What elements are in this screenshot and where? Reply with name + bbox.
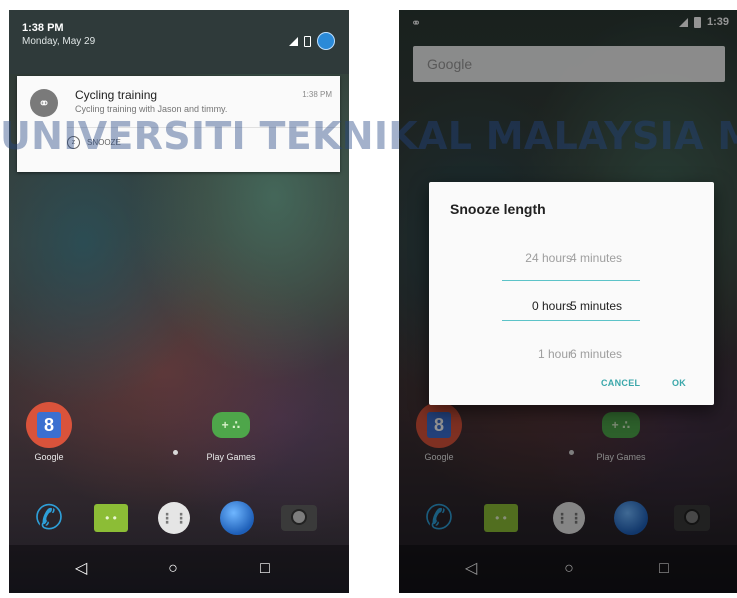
hours-selected[interactable]: 0 hours	[502, 282, 572, 330]
battery-icon	[304, 35, 311, 47]
signal-icon	[289, 36, 298, 46]
google-logo: Google	[427, 56, 473, 72]
browser-app[interactable]	[611, 498, 651, 538]
status-bar: ⚭ 1:39	[399, 10, 737, 34]
google-search-icon: 8	[416, 402, 462, 448]
notification-title: Cycling training	[75, 88, 158, 102]
camera-icon	[674, 505, 710, 531]
back-icon[interactable]: ◁	[459, 557, 483, 581]
browser-icon	[614, 501, 648, 535]
dialog-title: Snooze length	[450, 201, 546, 217]
bike-notification-icon: ⚭	[411, 16, 422, 30]
hours-option[interactable]: 1 hour	[502, 330, 572, 378]
messaging-icon: • •	[484, 504, 518, 532]
phone-app[interactable]: ✆	[419, 498, 459, 538]
app-label: Play Games	[206, 452, 256, 462]
camera-app[interactable]	[279, 498, 319, 538]
dock: ✆ • • ⋮⋮	[399, 488, 737, 544]
cancel-button[interactable]: CANCEL	[601, 378, 640, 388]
home-icon[interactable]: ○	[557, 557, 581, 581]
hours-option[interactable]: 24 hours	[502, 234, 572, 282]
minutes-option[interactable]: 6 minutes	[570, 330, 640, 378]
left-phone-screen: 1:38 PM Monday, May 29 ⚭ Cycling trainin…	[9, 10, 349, 593]
picker-divider	[502, 280, 572, 281]
recents-icon[interactable]: □	[253, 557, 277, 581]
hours-picker[interactable]: 24 hours 0 hours 1 hour	[502, 234, 572, 378]
battery-icon	[693, 16, 701, 28]
notification-time: 1:38 PM	[302, 90, 332, 99]
status-icons: 1:39	[678, 16, 729, 28]
play-games-icon: + ∴	[598, 402, 644, 448]
navigation-bar: ◁ ○ □	[399, 545, 737, 593]
notification-shade-header: 1:38 PM Monday, May 29	[9, 10, 349, 74]
play-games-icon: + ∴	[208, 402, 254, 448]
back-icon[interactable]: ◁	[69, 557, 93, 581]
page-indicator-dot	[173, 450, 178, 455]
browser-icon	[220, 501, 254, 535]
messaging-icon: • •	[94, 504, 128, 532]
navigation-bar: ◁ ○ □	[9, 545, 349, 593]
messaging-app[interactable]: • •	[481, 498, 521, 538]
status-time: 1:39	[706, 16, 729, 28]
home-icon[interactable]: ○	[161, 557, 185, 581]
dock: ✆ • • ⋮⋮	[9, 488, 349, 544]
status-icons	[289, 32, 335, 50]
app-label: Play Games	[596, 452, 646, 462]
app-drawer-icon: ⋮⋮	[158, 502, 190, 534]
phone-icon: ✆	[424, 499, 454, 537]
picker-divider	[570, 280, 640, 281]
signal-icon	[678, 17, 688, 27]
minutes-picker[interactable]: 4 minutes 5 minutes 6 minutes	[570, 234, 640, 378]
page-indicator-dot	[569, 450, 574, 455]
ok-button[interactable]: OK	[672, 378, 686, 388]
app-drawer-icon: ⋮⋮	[553, 502, 585, 534]
google-app[interactable]: 8 Google	[404, 402, 474, 462]
right-phone-screen: ⚭ 1:39 Google 8 Google + ∴ Play Games ✆ …	[399, 10, 737, 593]
university-watermark: UNIVERSITI TEKNIKAL MALAYSIA MELAKA	[0, 114, 737, 158]
notification-text: Cycling training with Jason and timmy.	[75, 104, 228, 114]
camera-app[interactable]	[672, 498, 712, 538]
app-drawer-button[interactable]: ⋮⋮	[549, 498, 589, 538]
shade-time: 1:38 PM	[22, 22, 64, 34]
play-games-app[interactable]: + ∴ Play Games	[586, 402, 656, 462]
app-drawer-button[interactable]: ⋮⋮	[154, 498, 194, 538]
app-label: Google	[424, 452, 454, 462]
google-app[interactable]: 8 Google	[14, 402, 84, 462]
play-games-app[interactable]: + ∴ Play Games	[196, 402, 266, 462]
picker-divider	[502, 320, 572, 321]
picker-divider	[570, 320, 640, 321]
bike-icon: ⚭	[30, 89, 58, 117]
browser-app[interactable]	[217, 498, 257, 538]
phone-icon: ✆	[34, 499, 64, 537]
recents-icon[interactable]: □	[652, 557, 676, 581]
google-search-bar[interactable]: Google	[413, 46, 725, 82]
user-avatar-icon[interactable]	[317, 32, 335, 50]
snooze-length-dialog: Snooze length 24 hours 0 hours 1 hour 4 …	[429, 182, 714, 405]
app-label: Google	[34, 452, 64, 462]
google-search-icon: 8	[26, 402, 72, 448]
shade-date: Monday, May 29	[22, 36, 96, 47]
messaging-app[interactable]: • •	[91, 498, 131, 538]
minutes-selected[interactable]: 5 minutes	[570, 282, 640, 330]
minutes-option[interactable]: 4 minutes	[570, 234, 640, 282]
phone-app[interactable]: ✆	[29, 498, 69, 538]
camera-icon	[281, 505, 317, 531]
